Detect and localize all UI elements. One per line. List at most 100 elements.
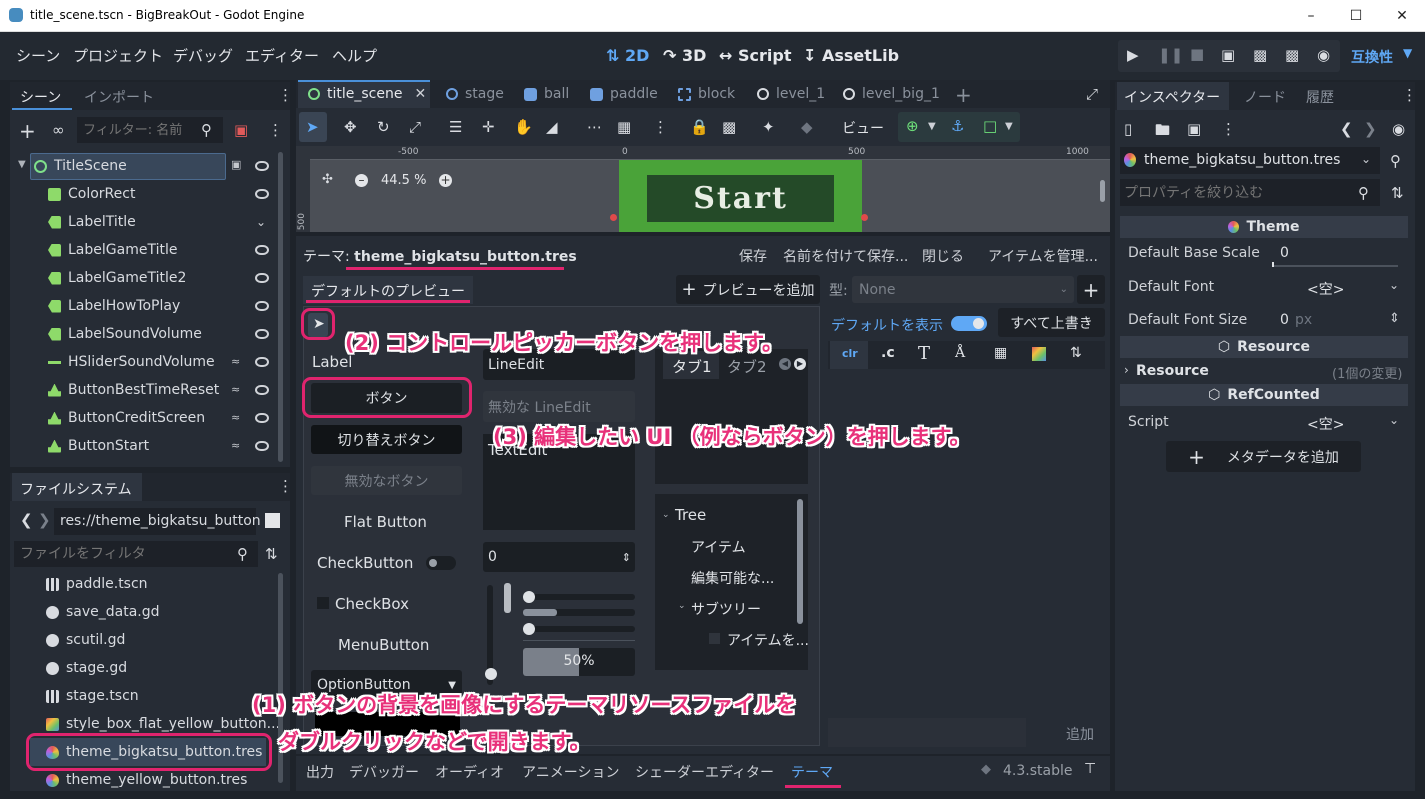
camera-override-icon[interactable]: ◆	[801, 118, 813, 136]
show-default-toggle[interactable]	[951, 316, 987, 331]
preview-progressbar[interactable]: 50%	[523, 648, 635, 676]
smart-snap-icon[interactable]: ⋯	[587, 118, 602, 136]
tree-item[interactable]: アイテムを...	[727, 630, 809, 650]
chevron-right-icon[interactable]: ›	[1124, 363, 1129, 377]
distraction-free-icon[interactable]: ⤢	[1086, 85, 1098, 103]
compat-renderer-label[interactable]: 互換性	[1351, 47, 1393, 67]
zoom-level[interactable]: 44.5 %	[381, 173, 426, 188]
signal-icon[interactable]: ≈	[231, 439, 240, 452]
preview-flat-button[interactable]: Flat Button	[344, 513, 427, 531]
tab-node[interactable]: ノード	[1244, 87, 1286, 107]
eye-icon[interactable]	[255, 441, 269, 451]
play-scene-icon[interactable]: ▩	[1253, 46, 1267, 64]
scale-tool-icon[interactable]: ⤢	[409, 118, 421, 136]
add-preview-button[interactable]: + プレビューを追加	[676, 275, 820, 304]
default-base-scale-field[interactable]	[1272, 242, 1398, 267]
hscroll-grabber[interactable]	[523, 609, 557, 616]
bottom-tab-audio[interactable]: オーディオ	[435, 762, 504, 782]
add-type-button[interactable]: +	[1077, 275, 1105, 304]
scene-tab-level-1[interactable]: level_1	[757, 86, 825, 102]
bottom-tab-debugger[interactable]: デバッガー	[349, 762, 419, 782]
bottom-tab-animation[interactable]: アニメーション	[522, 762, 619, 782]
tab-filesystem[interactable]: ファイルシステム	[20, 479, 132, 499]
back-arrow-icon[interactable]: ❮	[20, 511, 33, 529]
file-item[interactable]: save_data.gd	[46, 600, 160, 624]
scene-tab-block[interactable]: block	[678, 86, 735, 102]
close-tab-icon[interactable]: ✕	[414, 86, 426, 102]
prop-value[interactable]: <空>	[1307, 414, 1344, 434]
scene-tab-level-big-1[interactable]: level_big_1	[843, 86, 940, 102]
pan-tool-icon[interactable]: ✋	[514, 118, 533, 136]
play-custom-icon[interactable]: ▩	[1285, 46, 1299, 64]
chevron-down-icon[interactable]: ⌄	[1389, 278, 1399, 292]
kebab-menu-icon[interactable]: ⋮	[1402, 86, 1417, 104]
add-tab-icon[interactable]: +	[955, 83, 972, 107]
menu-debug[interactable]: デバッグ	[173, 45, 233, 66]
search-help-icon[interactable]: ⚲	[1390, 152, 1401, 170]
grid-snap-icon[interactable]: ▦	[617, 118, 631, 136]
stylebox-type-icon[interactable]	[1032, 347, 1046, 361]
tree-node[interactable]: LabelSoundVolume	[48, 321, 202, 347]
anchor-icon[interactable]: ⚓	[951, 117, 964, 135]
list-select-icon[interactable]: ☰	[449, 118, 462, 136]
file-item[interactable]: stage.tscn	[46, 684, 139, 708]
tab-scroll-left-icon[interactable]: ◀	[779, 358, 791, 370]
view-menu[interactable]: ビュー	[842, 118, 884, 138]
property-filter-input[interactable]	[1120, 179, 1380, 206]
tree-node[interactable]: LabelGameTitle	[48, 237, 177, 263]
mode-assetlib-button[interactable]: ↧ AssetLib	[803, 46, 899, 65]
scene-tab-ball[interactable]: ball	[524, 86, 569, 102]
font-type-icon[interactable]: T	[918, 343, 930, 364]
forward-arrow-icon[interactable]: ❯	[38, 511, 51, 529]
eye-icon[interactable]	[255, 273, 269, 283]
toggle-switch-off[interactable]	[426, 556, 456, 570]
preview-hslider-2[interactable]	[523, 623, 635, 635]
preview-tab-1[interactable]: タブ1	[672, 356, 712, 377]
script-add-icon[interactable]: ▣	[234, 121, 248, 139]
tree-node[interactable]: LabelHowToPlay	[48, 293, 180, 319]
add-metadata-button[interactable]: + メタデータを追加	[1166, 441, 1361, 472]
chevron-down-icon[interactable]: ▼	[1403, 46, 1412, 60]
constant-type-icon[interactable]: .c	[881, 345, 895, 361]
eye-icon[interactable]	[255, 385, 269, 395]
add-node-icon[interactable]: +	[19, 119, 36, 143]
bottom-tab-shader-editor[interactable]: シェーダーエディター	[635, 762, 774, 782]
save-icon[interactable]: ▣	[1187, 120, 1201, 138]
eye-icon[interactable]	[255, 161, 269, 171]
tree-root[interactable]: Tree	[675, 506, 706, 524]
tree-node[interactable]: ButtonStart	[48, 433, 149, 459]
preview-check-button[interactable]: CheckButton	[317, 554, 413, 572]
hslider-grabber[interactable]	[523, 623, 535, 635]
theme-save-as-button[interactable]: 名前を付けて保存...	[783, 246, 908, 266]
add-circle-icon[interactable]: ⊕	[906, 117, 919, 135]
rotate-tool-icon[interactable]: ↻	[377, 118, 390, 136]
select-tool-icon[interactable]: ➤	[306, 118, 319, 136]
file-item[interactable]: stage.gd	[46, 656, 127, 680]
preview-hscrollbar[interactable]	[523, 609, 635, 616]
maximize-icon[interactable]: ☐	[1333, 0, 1379, 32]
kebab-menu-icon[interactable]: ⋮	[268, 121, 283, 139]
color-type-icon[interactable]: clr	[842, 347, 858, 360]
object-history-icon[interactable]: ◉	[1392, 120, 1405, 138]
signal-icon[interactable]: ≈	[231, 411, 240, 424]
tab-scene[interactable]: シーン	[20, 87, 61, 107]
chevron-down-icon[interactable]: ⌄	[678, 601, 686, 611]
tree-node[interactable]: HSliderSoundVolume	[48, 349, 215, 375]
tree-node[interactable]: LabelTitle	[48, 209, 136, 235]
chevron-down-icon[interactable]: ⌄	[1389, 413, 1399, 427]
type-select[interactable]: None ⌄	[852, 276, 1074, 303]
bone-icon[interactable]: ✦	[762, 118, 775, 136]
theme-close-button[interactable]: 閉じる	[922, 246, 964, 266]
eye-icon[interactable]	[255, 329, 269, 339]
checkbox-unchecked[interactable]	[317, 597, 329, 609]
tab-scroll-right-icon[interactable]: ▶	[794, 358, 806, 370]
override-all-button[interactable]: すべて上書き	[998, 308, 1105, 337]
add-item-button[interactable]: 追加	[1066, 724, 1094, 744]
font-size-type-icon[interactable]: Å	[955, 345, 965, 361]
kebab-menu-icon[interactable]: ⋮	[278, 86, 293, 104]
kebab-menu-icon[interactable]: ⋮	[1221, 120, 1236, 138]
play-icon[interactable]: ▶	[1127, 46, 1139, 64]
new-resource-icon[interactable]: ▯	[1124, 120, 1132, 138]
fs-filter-input[interactable]	[14, 541, 258, 567]
tree-item[interactable]: サブツリー	[691, 599, 761, 619]
